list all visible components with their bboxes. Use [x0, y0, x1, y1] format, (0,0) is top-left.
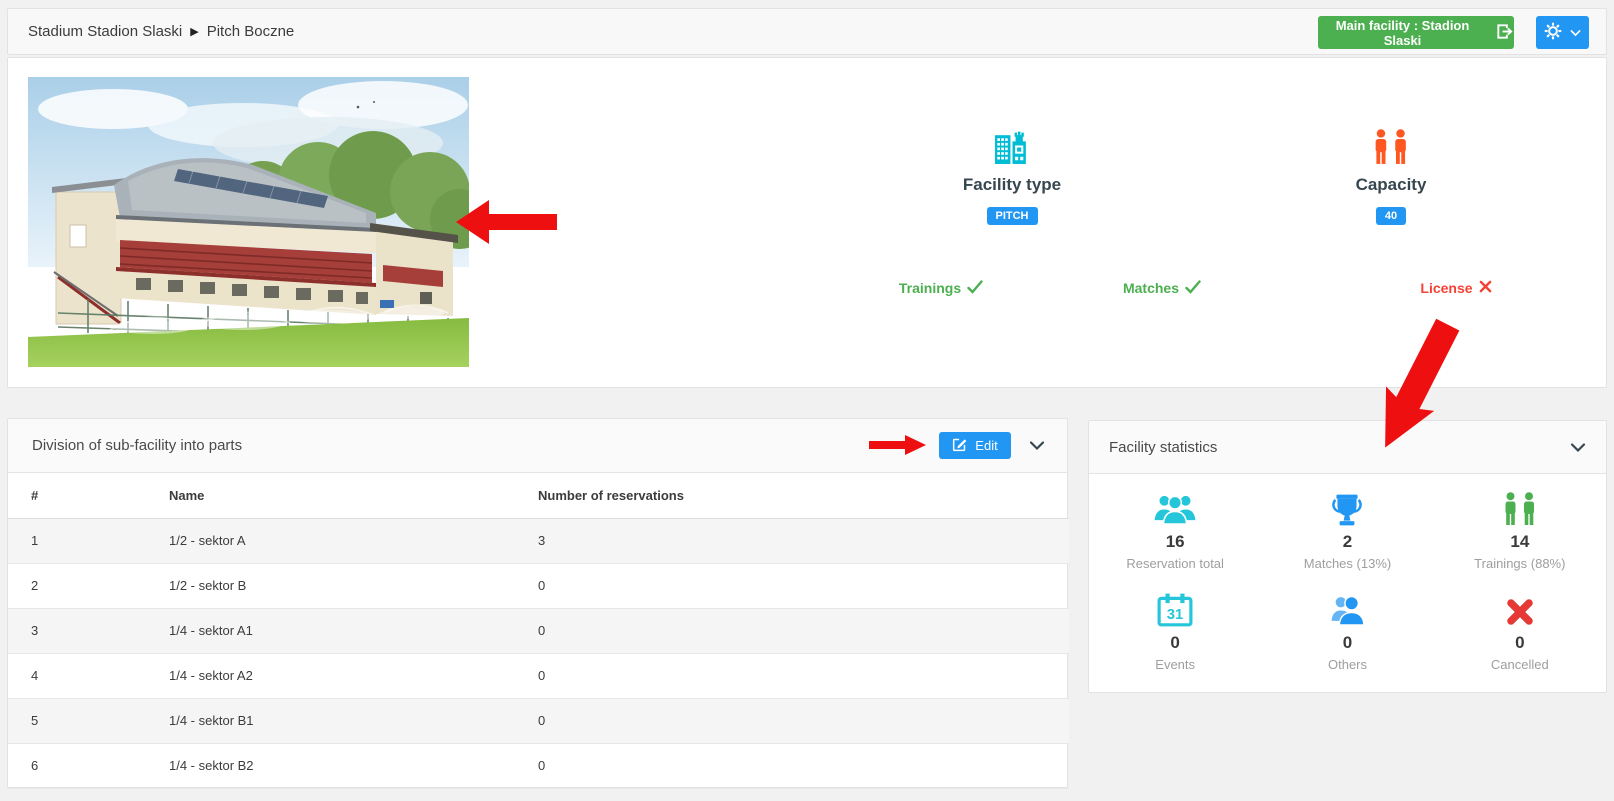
exit-icon	[1495, 22, 1514, 44]
row-index-cell: 1	[8, 518, 146, 563]
main-facility-button[interactable]: Main facility : Stadion Slaski	[1318, 16, 1514, 49]
stat-label: Events	[1155, 657, 1195, 672]
table-row: 4 1/4 - sektor A2 0	[8, 653, 1069, 698]
row-name-cell: 1/4 - sektor A2	[146, 653, 515, 698]
row-name-cell: 1/4 - sektor A1	[146, 608, 515, 653]
breadcrumb-current: Pitch Boczne	[207, 23, 295, 40]
trainings-flag-label: Trainings	[899, 280, 961, 296]
person-pair-icon	[1328, 591, 1366, 627]
table-row: 5 1/4 - sektor B1 0	[8, 698, 1069, 743]
row-reservations-cell: 0	[515, 653, 1069, 698]
capacity-badge: 40	[1376, 207, 1406, 225]
row-index-cell: 2	[8, 563, 146, 608]
stat-cancelled: 0 Cancelled	[1434, 581, 1606, 682]
breadcrumb-parent[interactable]: Stadium Stadion Slaski	[28, 23, 182, 40]
stat-trainings: 14 Trainings (88%)	[1434, 480, 1606, 581]
division-panel-title: Division of sub-facility into parts	[32, 437, 242, 454]
stat-others: 0 Others	[1261, 581, 1433, 682]
row-name-cell: 1/2 - sektor A	[146, 518, 515, 563]
table-row: 3 1/4 - sektor A1 0	[8, 608, 1069, 653]
row-index-cell: 3	[8, 608, 146, 653]
col-header-reservations: Number of reservations	[515, 473, 1069, 518]
stat-label: Others	[1328, 657, 1367, 672]
topbar: Stadium Stadion Slaski ▶ Pitch Boczne Ma…	[7, 8, 1607, 55]
row-index-cell: 4	[8, 653, 146, 698]
table-row: 6 1/4 - sektor B2 0	[8, 743, 1069, 788]
check-icon	[1185, 280, 1201, 297]
row-index-cell: 5	[8, 698, 146, 743]
stat-value: 16	[1166, 532, 1185, 552]
edit-button-label: Edit	[975, 438, 997, 453]
division-panel: Division of sub-facility into parts Edit	[7, 418, 1068, 788]
calendar-icon: 31	[1157, 591, 1193, 627]
cross-bold-icon	[1505, 591, 1535, 627]
breadcrumb: Stadium Stadion Slaski ▶ Pitch Boczne	[28, 23, 294, 40]
stat-label: Matches (13%)	[1304, 556, 1391, 571]
table-header-row: # Name Number of reservations	[8, 473, 1069, 518]
stat-value: 0	[1343, 633, 1352, 653]
row-name-cell: 1/2 - sektor B	[146, 563, 515, 608]
check-icon	[967, 280, 983, 297]
stat-label: Reservation total	[1126, 556, 1224, 571]
stat-matches: 2 Matches (13%)	[1261, 480, 1433, 581]
statistics-grid: 16 Reservation total 2 Matches (13%)	[1089, 474, 1606, 692]
overview-panel: Facility type PITCH Capacity 40 Training…	[7, 57, 1607, 388]
stat-label: Cancelled	[1491, 657, 1549, 672]
license-flag-label: License	[1420, 280, 1472, 296]
capacity-block: Capacity 40	[1291, 122, 1491, 225]
stat-events: 31 0 Events	[1089, 581, 1261, 682]
stat-value: 0	[1515, 633, 1524, 653]
row-reservations-cell: 3	[515, 518, 1069, 563]
collapse-chevron-icon[interactable]	[1029, 438, 1045, 456]
division-panel-header: Division of sub-facility into parts Edit	[8, 419, 1067, 473]
facility-photo	[28, 77, 469, 367]
row-reservations-cell: 0	[515, 743, 1069, 788]
trainings-flag: Trainings	[881, 277, 1001, 299]
edit-icon	[952, 437, 967, 455]
settings-button[interactable]	[1536, 16, 1589, 49]
facility-type-block: Facility type PITCH	[912, 122, 1112, 225]
calendar-icon-text: 31	[1167, 607, 1183, 623]
col-header-index: #	[8, 473, 146, 518]
cross-icon	[1479, 280, 1492, 296]
matches-flag-label: Matches	[1123, 280, 1179, 296]
capacity-people-icon	[1371, 129, 1411, 165]
facility-type-badge: PITCH	[987, 207, 1038, 225]
breadcrumb-separator-icon: ▶	[190, 25, 198, 38]
row-name-cell: 1/4 - sektor B2	[146, 743, 515, 788]
row-reservations-cell: 0	[515, 563, 1069, 608]
stat-value: 2	[1343, 532, 1352, 552]
statistics-panel-title: Facility statistics	[1109, 439, 1217, 456]
capacity-label: Capacity	[1356, 175, 1427, 195]
row-reservations-cell: 0	[515, 698, 1069, 743]
facility-page: Stadium Stadion Slaski ▶ Pitch Boczne Ma…	[0, 0, 1614, 801]
edit-button[interactable]: Edit	[939, 432, 1011, 459]
two-person-icon	[1501, 490, 1539, 526]
chevron-down-icon	[1570, 25, 1581, 40]
statistics-panel: Facility statistics	[1088, 420, 1607, 693]
col-header-name: Name	[146, 473, 515, 518]
license-flag: License	[1396, 277, 1516, 299]
stat-label: Trainings (88%)	[1474, 556, 1565, 571]
row-index-cell: 6	[8, 743, 146, 788]
table-row: 1 1/2 - sektor A 3	[8, 518, 1069, 563]
row-name-cell: 1/4 - sektor B1	[146, 698, 515, 743]
trophy-icon	[1329, 490, 1365, 526]
stat-value: 14	[1510, 532, 1529, 552]
statistics-panel-header: Facility statistics	[1089, 421, 1606, 474]
sub-facility-table: # Name Number of reservations 1 1/2 - se…	[8, 473, 1069, 789]
stat-value: 0	[1170, 633, 1179, 653]
row-reservations-cell: 0	[515, 608, 1069, 653]
group-icon	[1152, 490, 1198, 526]
buildings-icon	[994, 129, 1031, 165]
collapse-chevron-icon[interactable]	[1570, 440, 1586, 458]
matches-flag: Matches	[1102, 277, 1222, 299]
facility-type-label: Facility type	[963, 175, 1061, 195]
table-row: 2 1/2 - sektor B 0	[8, 563, 1069, 608]
stat-reservation-total: 16 Reservation total	[1089, 480, 1261, 581]
gear-icon	[1544, 22, 1562, 43]
main-facility-label: Main facility : Stadion Slaski	[1318, 18, 1487, 48]
